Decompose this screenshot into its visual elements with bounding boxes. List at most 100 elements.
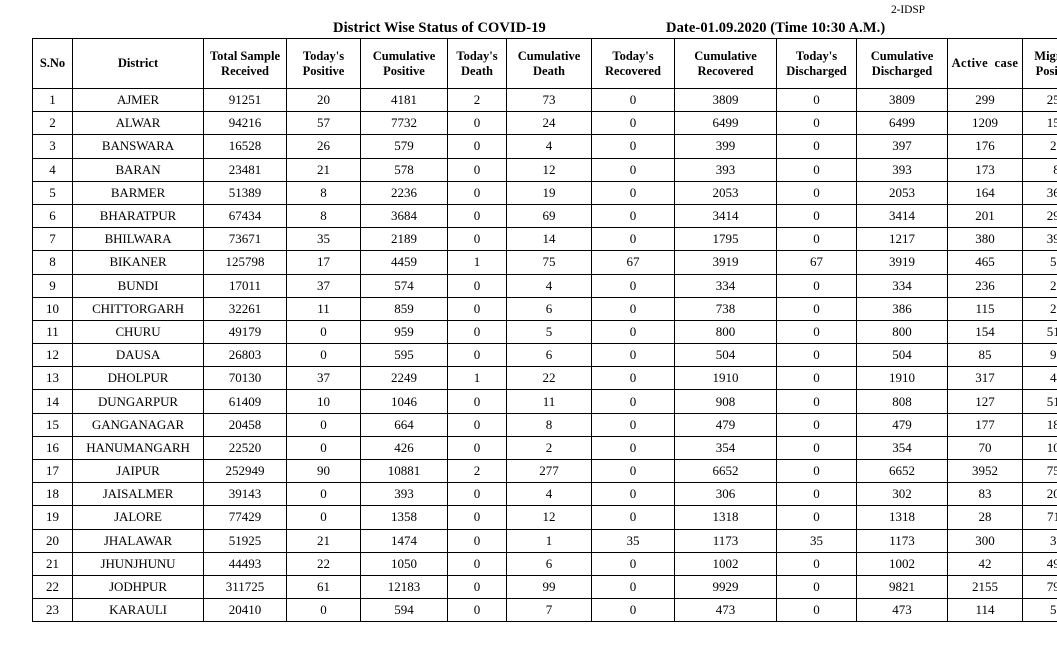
cell-todays-recovered: 0: [591, 435, 675, 461]
cell-todays-death: 0: [447, 319, 507, 345]
cell-todays-positive: 0: [286, 435, 361, 461]
cell-cumulative-death: 7: [506, 598, 592, 623]
cell-todays-recovered: 0: [591, 505, 675, 530]
cell-district: BUNDI: [72, 273, 204, 298]
cell-total-sample-received: 311725: [203, 574, 287, 600]
cell-migrant-positive: 186: [1022, 412, 1057, 437]
cell-cumulative-discharged: 504: [856, 343, 948, 368]
cell-migrant-positive: 201: [1022, 482, 1057, 507]
table-row: 7BHILWARA736713521890140179501217380393: [32, 227, 1057, 252]
cell-todays-positive: 0: [286, 505, 361, 530]
cell-active-case: 317: [947, 366, 1023, 391]
cell-cumulative-recovered: 3809: [674, 87, 777, 113]
cell-sno: 16: [32, 435, 73, 461]
cell-todays-death: 1: [447, 250, 507, 275]
cell-cumulative-death: 8: [506, 412, 592, 437]
cell-cumulative-recovered: 6499: [674, 111, 777, 136]
cell-total-sample-received: 51389: [203, 180, 287, 205]
column-header-active-case: Active case: [947, 38, 1023, 89]
cell-migrant-positive: 50: [1022, 250, 1057, 275]
cell-sno: 4: [32, 157, 73, 182]
cell-migrant-positive: 491: [1022, 551, 1057, 576]
cell-todays-positive: 90: [286, 458, 361, 484]
cell-todays-death: 0: [447, 551, 507, 576]
page-title: District Wise Status of COVID-19: [333, 20, 546, 36]
cell-todays-positive: 0: [286, 412, 361, 437]
cell-todays-discharged: 0: [776, 227, 857, 252]
cell-cumulative-discharged: 302: [856, 482, 948, 507]
cell-cumulative-discharged: 479: [856, 412, 948, 437]
cell-migrant-positive: 514: [1022, 389, 1057, 414]
cell-total-sample-received: 22520: [203, 435, 287, 461]
cell-todays-death: 0: [447, 134, 507, 159]
cell-todays-death: 0: [447, 157, 507, 182]
table-row: 14DUNGARPUR6140910104601109080808127514: [32, 389, 1057, 414]
cell-todays-positive: 0: [286, 482, 361, 507]
cell-cumulative-positive: 574: [360, 273, 448, 298]
cell-todays-positive: 26: [286, 134, 361, 159]
cell-total-sample-received: 32261: [203, 296, 287, 321]
cell-total-sample-received: 70130: [203, 366, 287, 391]
cell-todays-death: 0: [447, 482, 507, 507]
cell-cumulative-death: 4: [506, 482, 592, 507]
cell-sno: 1: [32, 87, 73, 113]
cell-todays-positive: 0: [286, 319, 361, 345]
cell-sno: 17: [32, 458, 73, 484]
column-header-todays-recovered: Today's Recovered: [591, 38, 675, 89]
cell-todays-death: 0: [447, 574, 507, 600]
cell-cumulative-death: 4: [506, 134, 592, 159]
cell-total-sample-received: 91251: [203, 87, 287, 113]
cell-active-case: 380: [947, 227, 1023, 252]
cell-sno: 18: [32, 482, 73, 507]
column-header-cumulative-discharged: Cumulative Discharged: [856, 38, 948, 89]
cell-district: ALWAR: [72, 111, 204, 136]
cell-cumulative-death: 22: [506, 366, 592, 391]
cell-cumulative-death: 12: [506, 505, 592, 530]
cell-total-sample-received: 77429: [203, 505, 287, 530]
cell-cumulative-recovered: 800: [674, 319, 777, 345]
covid-status-table: S.No District Total Sample Received Today's P…: [32, 38, 1057, 623]
cell-cumulative-recovered: 1795: [674, 227, 777, 252]
cell-todays-discharged: 0: [776, 366, 857, 391]
cell-cumulative-discharged: 1318: [856, 505, 948, 530]
cell-total-sample-received: 39143: [203, 482, 287, 507]
cell-cumulative-recovered: 354: [674, 435, 777, 461]
cell-todays-positive: 10: [286, 389, 361, 414]
cell-cumulative-death: 12: [506, 157, 592, 182]
cell-active-case: 115: [947, 296, 1023, 321]
cell-todays-recovered: 0: [591, 389, 675, 414]
cell-cumulative-discharged: 2053: [856, 180, 948, 205]
cell-todays-discharged: 0: [776, 134, 857, 159]
cell-total-sample-received: 20458: [203, 412, 287, 437]
cell-cumulative-positive: 859: [360, 296, 448, 321]
cell-todays-recovered: 0: [591, 111, 675, 136]
cell-todays-death: 0: [447, 111, 507, 136]
cell-cumulative-recovered: 1173: [674, 528, 777, 553]
cell-todays-death: 0: [447, 273, 507, 298]
cell-cumulative-positive: 1474: [360, 528, 448, 553]
cell-cumulative-death: 5: [506, 319, 592, 345]
cell-active-case: 164: [947, 180, 1023, 205]
cell-total-sample-received: 67434: [203, 203, 287, 229]
cell-sno: 21: [32, 551, 73, 576]
column-header-todays-discharged: Today's Discharged: [776, 38, 857, 89]
cell-todays-discharged: 0: [776, 551, 857, 576]
table-row: 19JALORE7742901358012013180131828711: [32, 505, 1057, 530]
cell-cumulative-recovered: 1318: [674, 505, 777, 530]
covid-status-table-container: S.No District Total Sample Received Today's P…: [32, 38, 1057, 623]
cell-sno: 13: [32, 366, 73, 391]
cell-migrant-positive: 8: [1022, 157, 1057, 182]
cell-todays-discharged: 0: [776, 319, 857, 345]
cell-todays-recovered: 0: [591, 482, 675, 507]
cell-todays-discharged: 0: [776, 482, 857, 507]
page-corner-label: 2-IDSP: [891, 4, 925, 16]
cell-sno: 19: [32, 505, 73, 530]
cell-todays-death: 1: [447, 366, 507, 391]
cell-todays-discharged: 35: [776, 528, 857, 553]
cell-todays-positive: 57: [286, 111, 361, 136]
cell-sno: 10: [32, 296, 73, 321]
cell-district: BHARATPUR: [72, 203, 204, 229]
cell-todays-death: 2: [447, 458, 507, 484]
cell-migrant-positive: 393: [1022, 227, 1057, 252]
cell-migrant-positive: 367: [1022, 180, 1057, 205]
